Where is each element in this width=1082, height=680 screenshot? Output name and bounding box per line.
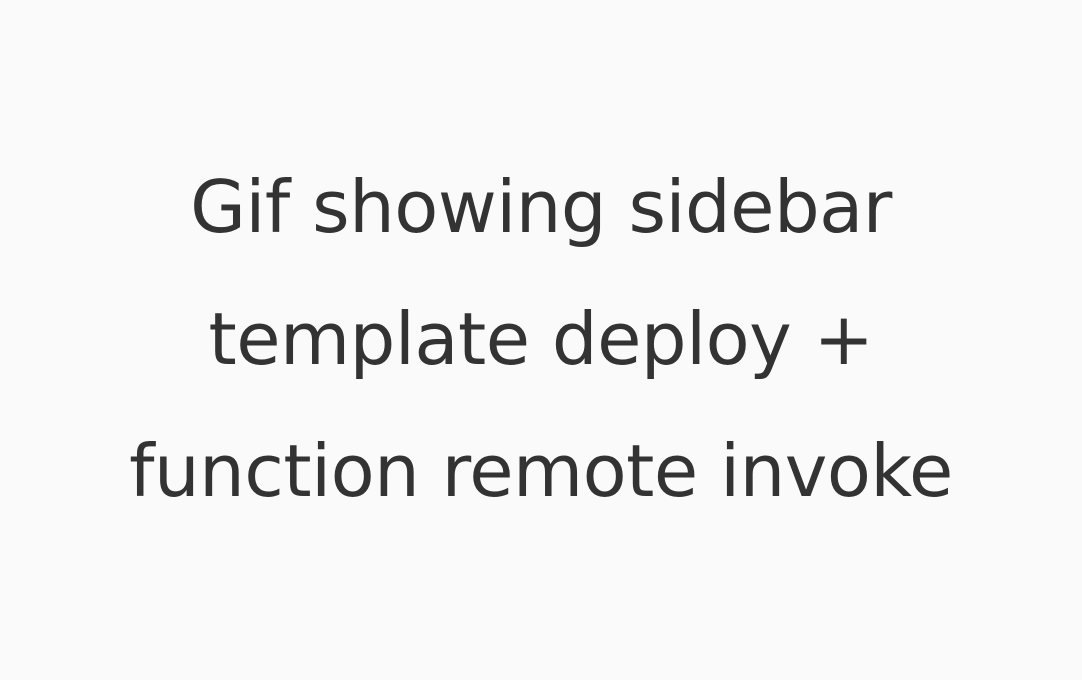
caption-line-1: Gif showing sidebar	[190, 165, 892, 249]
gif-placeholder: Gif showing sidebar template deploy + fu…	[0, 0, 1082, 680]
caption-line-2: template deploy +	[208, 297, 875, 381]
placeholder-caption: Gif showing sidebar template deploy + fu…	[129, 141, 953, 537]
caption-line-3: function remote invoke	[129, 429, 953, 513]
